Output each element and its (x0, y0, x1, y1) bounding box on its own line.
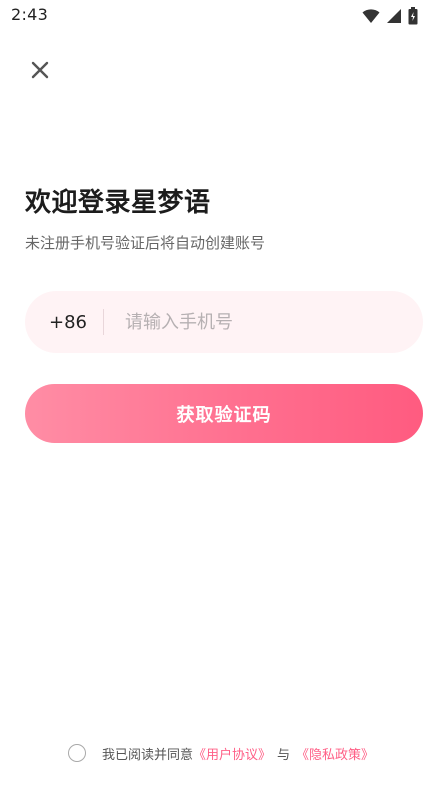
page-subtitle: 未注册手机号验证后将自动创建账号 (25, 234, 266, 252)
status-bar: 2:43 (0, 0, 448, 32)
status-icons (362, 7, 418, 25)
country-code[interactable]: +86 (49, 312, 103, 333)
agree-checkbox[interactable] (68, 744, 86, 762)
close-button[interactable] (26, 58, 54, 86)
phone-field: +86 (25, 291, 423, 353)
agreement-prefix: 我已阅读并同意 (102, 747, 194, 763)
phone-input[interactable] (123, 301, 403, 343)
login-screen: 2:43 欢迎登录星梦语 未注册手机号验证后将自动创建账号 +86 请输入手机号… (0, 0, 448, 796)
phone-divider (103, 309, 104, 335)
get-code-button[interactable]: 获取验证码 (25, 384, 423, 443)
signal-icon (386, 8, 402, 24)
wifi-icon (362, 8, 380, 24)
page-title: 欢迎登录星梦语 (25, 188, 211, 218)
close-icon (31, 61, 49, 83)
battery-icon (408, 7, 418, 25)
agreement-row: 我已阅读并同意 《用户协议》 与 《隐私政策》 (68, 742, 374, 764)
privacy-policy-link[interactable]: 《隐私政策》 (296, 744, 374, 763)
user-agreement-link[interactable]: 《用户协议》 (193, 744, 271, 763)
status-time: 2:43 (11, 5, 49, 24)
agreement-connector: 与 (277, 747, 291, 763)
